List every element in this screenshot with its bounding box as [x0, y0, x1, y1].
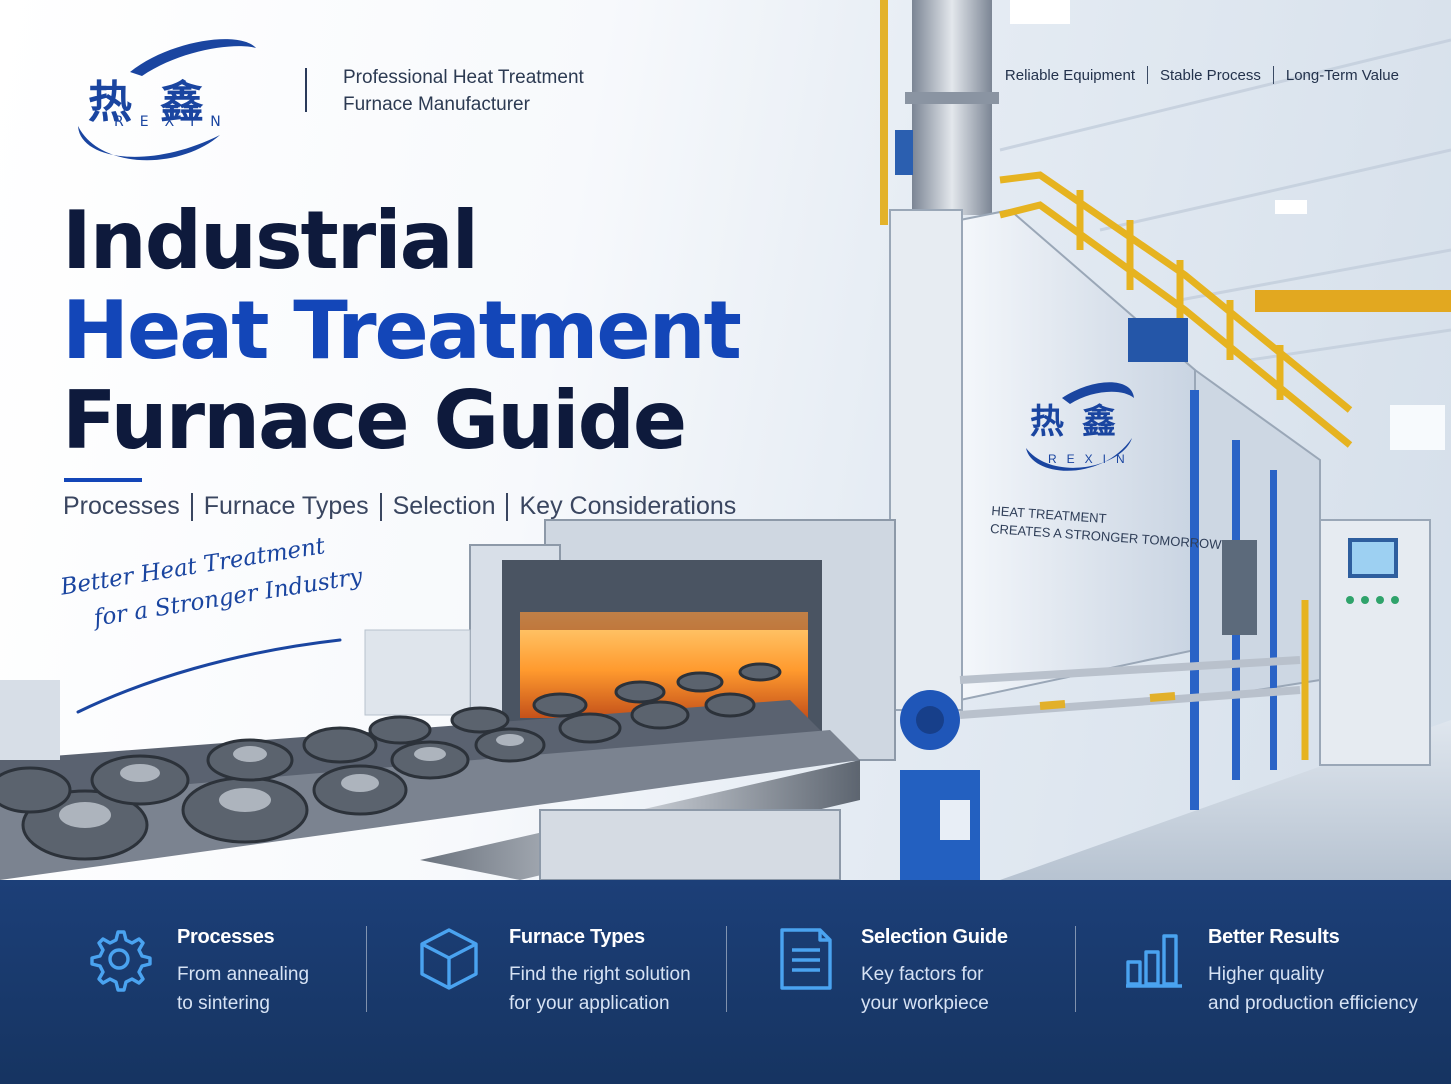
furnace-logo: 热鑫 REXIN [1022, 378, 1152, 478]
feature-processes[interactable]: Processes From annealing to sintering [86, 926, 356, 1046]
value-separator [1272, 66, 1274, 84]
guide-banner: 热鑫 REXIN Professional Heat Treatment Fur… [0, 0, 1451, 1084]
gear-icon [90, 930, 152, 992]
title-line: Industrial [62, 194, 479, 287]
topic-separator [190, 492, 193, 521]
topic-list: Processes Furnace Types Selection Key Co… [63, 492, 736, 521]
feature-description-line: Key factors for [861, 964, 984, 985]
document-icon [780, 928, 832, 990]
topic-separator [379, 492, 382, 521]
feature-separator [1075, 926, 1076, 1012]
rexin-logo[interactable]: 热鑫 REXIN [70, 30, 265, 168]
bar-chart-icon [1126, 934, 1182, 988]
topic-separator [506, 492, 509, 521]
value-propositions: Reliable Equipment Stable Process Long-T… [1005, 66, 1399, 84]
feature-title: Furnace Types [509, 926, 645, 948]
title-line-accent: Heat Treatment [62, 284, 742, 377]
title-underline [64, 478, 142, 482]
feature-title: Better Results [1208, 926, 1340, 948]
feature-description-line: to sintering [177, 993, 270, 1014]
page-title: Industrial Heat Treatment Furnace Guide [62, 194, 742, 467]
feature-description-line: Higher quality [1208, 964, 1325, 985]
feature-description: Key factors for your workpiece [861, 960, 989, 1018]
logo-english-text: REXIN [114, 114, 237, 130]
value-item: Stable Process [1159, 66, 1261, 84]
tagline-line: Professional Heat Treatment [343, 67, 584, 88]
feature-description: From annealing to sintering [177, 960, 309, 1018]
value-separator [1146, 66, 1148, 84]
topic-item: Furnace Types [203, 492, 369, 520]
company-tagline: Professional Heat Treatment Furnace Manu… [343, 64, 584, 118]
topic-item: Selection [392, 492, 496, 520]
feature-title: Processes [177, 926, 275, 948]
feature-selection-guide[interactable]: Selection Guide Key factors for your wor… [776, 926, 1056, 1046]
feature-description: Find the right solution for your applica… [509, 960, 691, 1018]
feature-description-line: your workpiece [861, 993, 989, 1014]
feature-separator [366, 926, 367, 1012]
furnace-logo-english: REXIN [1048, 452, 1135, 466]
value-item: Long-Term Value [1285, 66, 1399, 84]
header-divider [305, 68, 307, 112]
feature-separator [726, 926, 727, 1012]
feature-description: Higher quality and production efficiency [1208, 960, 1418, 1018]
slogan-swoosh-icon [76, 638, 342, 714]
title-line: Furnace Guide [62, 374, 687, 467]
feature-band: Processes From annealing to sintering Fu… [0, 880, 1451, 1084]
cube-icon [420, 928, 478, 990]
furnace-logo-chinese: 热鑫 [1030, 402, 1134, 442]
feature-description-line: Find the right solution [509, 964, 691, 985]
value-item: Reliable Equipment [1004, 66, 1135, 84]
tagline-line: Furnace Manufacturer [343, 94, 530, 115]
topic-item: Processes [63, 492, 180, 520]
topic-item: Key Considerations [519, 492, 737, 520]
feature-description-line: From annealing [177, 964, 310, 985]
feature-furnace-types[interactable]: Furnace Types Find the right solution fo… [416, 926, 706, 1046]
feature-description-line: for your application [509, 993, 670, 1014]
feature-description-line: and production efficiency [1208, 993, 1418, 1014]
feature-better-results[interactable]: Better Results Higher quality and produc… [1124, 926, 1434, 1046]
feature-title: Selection Guide [861, 926, 1008, 948]
